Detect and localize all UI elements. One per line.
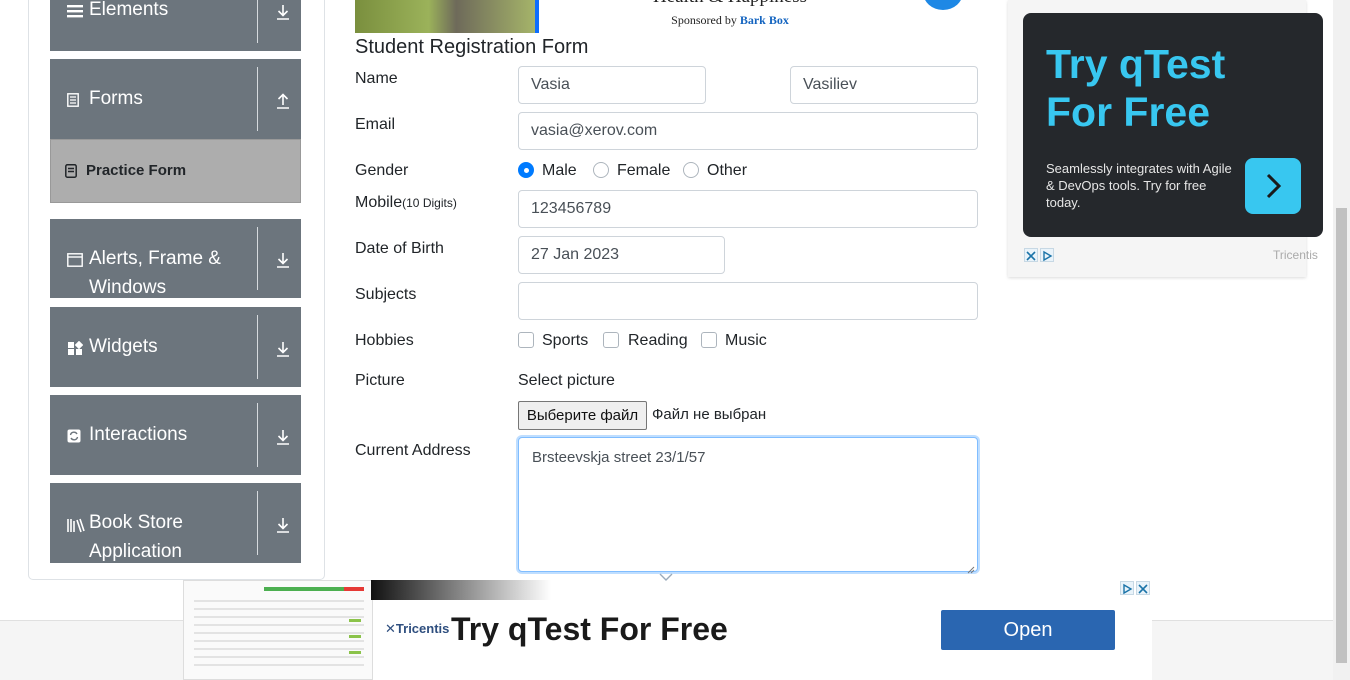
form-icon bbox=[65, 164, 77, 178]
resize-handle-icon[interactable] bbox=[967, 561, 975, 574]
widgets-icon bbox=[67, 340, 84, 357]
divider bbox=[257, 403, 258, 467]
adchoices-icon[interactable] bbox=[1040, 248, 1054, 262]
sidebar-group-widgets[interactable]: Widgets bbox=[50, 307, 301, 387]
gender-male-label[interactable]: Male bbox=[542, 162, 577, 180]
sidebar-item-practice-form[interactable]: Practice Form bbox=[50, 139, 301, 203]
sidebar-group-label: Forms bbox=[89, 88, 143, 109]
hobby-sports-checkbox[interactable] bbox=[518, 332, 534, 348]
scrollbar-thumb[interactable] bbox=[1336, 208, 1347, 663]
document-icon bbox=[67, 93, 79, 109]
interactions-icon bbox=[67, 429, 81, 445]
sponsored-action-button[interactable] bbox=[923, 0, 963, 10]
email-label: Email bbox=[355, 116, 396, 133]
gender-other-label[interactable]: Other bbox=[707, 162, 747, 180]
bottom-ad-brand-text: Tricentis bbox=[395, 621, 450, 636]
hobby-reading-checkbox[interactable] bbox=[603, 332, 619, 348]
bottom-ad-edge bbox=[1137, 596, 1152, 680]
hobby-music-checkbox[interactable] bbox=[701, 332, 717, 348]
hobbies-label: Hobbies bbox=[355, 332, 414, 349]
chevron-down-icon bbox=[659, 568, 673, 581]
hamburger-icon bbox=[67, 3, 83, 19]
dob-label: Date of Birth bbox=[355, 240, 444, 257]
form-title: Student Registration Form bbox=[355, 36, 589, 58]
choose-file-button[interactable]: Выберите файл bbox=[518, 401, 647, 430]
upload-arrow-icon[interactable] bbox=[274, 92, 292, 110]
name-label: Name bbox=[355, 70, 398, 87]
date-of-birth-input[interactable]: 27 Jan 2023 bbox=[518, 236, 725, 274]
side-ad-headline[interactable]: Try qTest For Free bbox=[1046, 40, 1225, 136]
sidebar-group-label: Elements bbox=[89, 0, 169, 20]
hobby-sports-label[interactable]: Sports bbox=[542, 332, 588, 350]
side-ad-body: Seamlessly integrates with Agile & DevOp… bbox=[1046, 161, 1232, 210]
gender-other-radio[interactable] bbox=[683, 162, 699, 178]
email-input[interactable]: vasia@xerov.com bbox=[518, 112, 978, 150]
current-address-label: Current Address bbox=[355, 442, 471, 459]
bottom-ad-brand: ✕Tricentis bbox=[385, 621, 449, 637]
sidebar-group-alerts[interactable]: Alerts, Frame & Windows bbox=[50, 219, 301, 298]
mobile-label: Mobile(10 Digits) bbox=[355, 194, 457, 212]
gender-male-radio[interactable] bbox=[518, 162, 534, 178]
first-name-input[interactable]: Vasia bbox=[518, 66, 706, 104]
mobile-label-hint: (10 Digits) bbox=[402, 196, 457, 210]
sidebar-group-elements[interactable]: Elements bbox=[50, 0, 301, 51]
bottom-ad-open-button[interactable]: Open bbox=[941, 610, 1115, 650]
side-ad-headline-1: Try qTest bbox=[1046, 41, 1226, 87]
sponsored-image[interactable] bbox=[355, 0, 539, 33]
sponsored-by: Sponsored by Bark Box bbox=[600, 13, 860, 28]
gender-label: Gender bbox=[355, 162, 409, 179]
mobile-input[interactable]: 123456789 bbox=[518, 190, 978, 228]
window-icon bbox=[67, 253, 83, 269]
hobby-reading-label[interactable]: Reading bbox=[628, 332, 688, 350]
divider bbox=[257, 491, 258, 555]
ad-close-icon[interactable] bbox=[1136, 581, 1150, 595]
gender-female-label[interactable]: Female bbox=[617, 162, 670, 180]
last-name-input[interactable]: Vasiliev bbox=[790, 66, 978, 104]
divider bbox=[257, 227, 258, 290]
sidebar-group-interactions[interactable]: Interactions bbox=[50, 395, 301, 475]
bottom-ad-title[interactable]: Try qTest For Free bbox=[451, 611, 728, 648]
divider bbox=[257, 315, 258, 379]
download-arrow-icon[interactable] bbox=[274, 516, 292, 534]
sidebar-item-label: Practice Form bbox=[86, 162, 187, 179]
current-address-textarea[interactable]: Brsteevskja street 23/1/57 bbox=[518, 437, 978, 574]
side-ad-headline-2: For Free bbox=[1046, 89, 1211, 135]
page: Elements Forms Practice Form Alerts, Fra… bbox=[0, 0, 1350, 680]
file-status: Файл не выбран bbox=[652, 406, 767, 423]
sponsored-title[interactable]: Health & Happiness bbox=[600, 0, 860, 8]
download-arrow-icon[interactable] bbox=[274, 3, 292, 21]
current-address-value: Brsteevskja street 23/1/57 bbox=[532, 449, 706, 466]
sidebar-group-label: Widgets bbox=[89, 336, 158, 357]
side-ad-brand: Tricentis bbox=[1273, 248, 1318, 262]
sidebar-group-forms[interactable]: Forms bbox=[50, 59, 301, 139]
tricentis-logo-icon: ✕ bbox=[385, 621, 396, 636]
sidebar-group-label: Book Store Application bbox=[89, 512, 183, 562]
bottom-ad-decoration bbox=[371, 580, 551, 600]
select-picture-caption: Select picture bbox=[518, 372, 615, 389]
chevron-right-icon bbox=[1266, 173, 1282, 199]
bottom-ad-screenshot[interactable] bbox=[183, 580, 373, 680]
divider bbox=[257, 67, 258, 131]
sponsor-link[interactable]: Bark Box bbox=[740, 13, 789, 27]
books-icon bbox=[67, 517, 85, 533]
hobby-music-label[interactable]: Music bbox=[725, 332, 767, 350]
sidebar-group-label: Alerts, Frame & Windows bbox=[89, 248, 221, 298]
sidebar-group-book-store[interactable]: Book Store Application bbox=[50, 483, 301, 563]
gender-female-radio[interactable] bbox=[593, 162, 609, 178]
side-ad-go-button[interactable] bbox=[1245, 158, 1301, 214]
subjects-label: Subjects bbox=[355, 286, 417, 303]
mobile-label-text: Mobile bbox=[355, 194, 403, 211]
adchoices-icon[interactable] bbox=[1120, 581, 1134, 595]
picture-label: Picture bbox=[355, 372, 405, 389]
sponsored-prefix: Sponsored by bbox=[671, 13, 740, 27]
divider bbox=[257, 0, 258, 43]
download-arrow-icon[interactable] bbox=[274, 340, 292, 358]
sidebar-group-label: Interactions bbox=[89, 424, 188, 445]
ad-close-icon[interactable] bbox=[1024, 248, 1038, 262]
subjects-input[interactable] bbox=[518, 282, 978, 320]
download-arrow-icon[interactable] bbox=[274, 251, 292, 269]
download-arrow-icon[interactable] bbox=[274, 428, 292, 446]
